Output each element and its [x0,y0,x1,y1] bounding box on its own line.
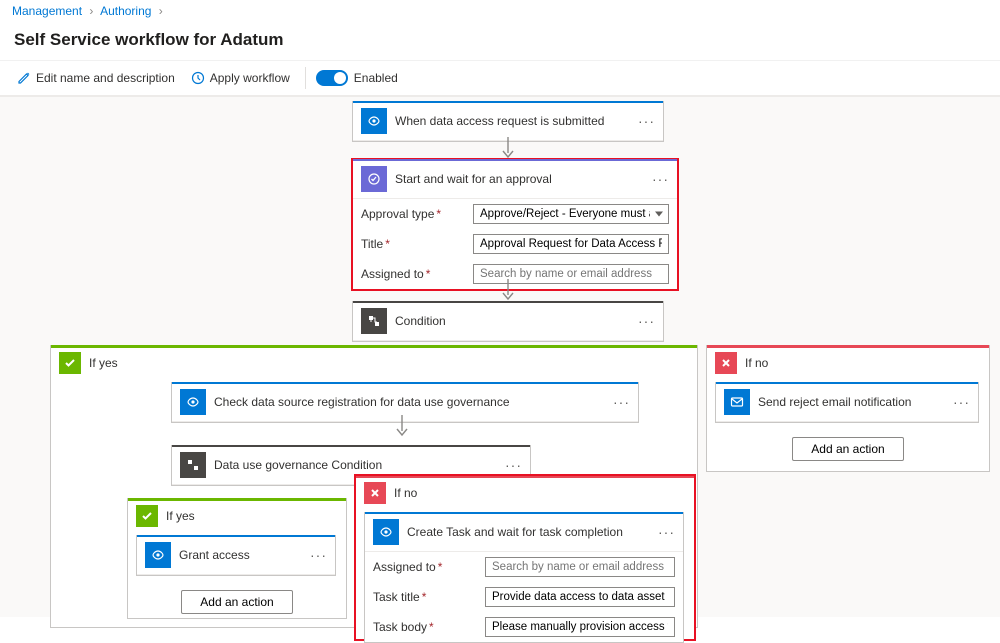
create-task-card[interactable]: Create Task and wait for task completion… [364,512,684,643]
condition-icon [180,452,206,478]
if-yes-panel: If yes Check data source registration fo… [50,345,698,628]
eye-icon [180,389,206,415]
apply-workflow-button[interactable]: Apply workflow [186,68,295,88]
create-task-title: Create Task and wait for task completion [407,525,650,539]
approval-title-input[interactable] [473,234,669,254]
more-icon[interactable]: ··· [638,113,655,129]
edit-name-label: Edit name and description [36,71,175,85]
inner-if-yes-panel: If yes Grant access ··· Add an action [127,498,347,619]
command-bar: Edit name and description Apply workflow… [0,60,1000,96]
close-icon [364,482,386,504]
enabled-toggle[interactable] [316,70,348,86]
trigger-card[interactable]: When data access request is submitted ··… [352,101,664,142]
top-bar: Management › Authoring › Self Service wo… [0,0,1000,97]
close-icon [715,352,737,374]
approval-card[interactable]: Start and wait for an approval ··· Appro… [352,159,678,290]
if-yes-label: If yes [89,356,118,370]
edit-name-button[interactable]: Edit name and description [12,68,180,88]
trigger-title: When data access request is submitted [395,114,630,128]
toolbar-divider [305,67,306,89]
condition-icon [361,308,387,334]
add-action-button[interactable]: Add an action [792,437,903,461]
enabled-label: Enabled [354,71,398,85]
if-no-label: If no [745,356,768,370]
condition-title: Condition [395,314,630,328]
breadcrumb-management[interactable]: Management [12,4,82,18]
connector-arrow-icon [395,415,409,437]
approval-title: Start and wait for an approval [395,172,644,186]
more-icon[interactable]: ··· [638,313,655,329]
task-assigned-label: Assigned to [373,560,436,574]
check-registration-title: Check data source registration for data … [214,395,605,409]
task-title-input[interactable] [485,587,675,607]
approval-icon [361,166,387,192]
breadcrumb-authoring[interactable]: Authoring [100,4,151,18]
approval-type-select[interactable]: Approve/Reject - Everyone must approve [473,204,669,224]
inner-if-no-panel: If no Create Task and wait for task comp… [355,475,695,640]
approval-assigned-label: Assigned to [361,267,424,281]
eye-icon [361,108,387,134]
task-assigned-input[interactable] [485,557,675,577]
chevron-icon: › [155,4,167,18]
grant-access-title: Grant access [179,548,302,562]
more-icon[interactable]: ··· [505,457,522,473]
mail-icon [724,389,750,415]
inner-if-no-label: If no [394,486,417,500]
edit-icon [17,71,31,85]
apply-workflow-label: Apply workflow [210,71,290,85]
apply-icon [191,71,205,85]
more-icon[interactable]: ··· [658,524,675,540]
breadcrumb: Management › Authoring › [0,0,1000,22]
governance-condition-title: Data use governance Condition [214,458,497,472]
grant-access-card[interactable]: Grant access ··· [136,535,336,576]
connector-arrow-icon [501,279,515,301]
task-body-label: Task body [373,620,427,634]
condition-card[interactable]: Condition ··· [352,301,664,342]
approval-title-label: Title [361,237,383,251]
inner-if-yes-label: If yes [166,509,195,523]
designer-canvas: When data access request is submitted ··… [0,97,1000,617]
more-icon[interactable]: ··· [613,394,630,410]
chevron-icon: › [85,4,97,18]
more-icon[interactable]: ··· [953,394,970,410]
reject-email-title: Send reject email notification [758,395,945,409]
approval-type-label: Approval type [361,207,434,221]
page-title: Self Service workflow for Adatum [0,22,1000,60]
task-body-input[interactable] [485,617,675,637]
eye-icon [373,519,399,545]
add-action-button[interactable]: Add an action [181,590,292,614]
check-icon [136,505,158,527]
check-icon [59,352,81,374]
eye-icon [145,542,171,568]
task-title-label: Task title [373,590,420,604]
more-icon[interactable]: ··· [310,547,327,563]
connector-arrow-icon [501,137,515,159]
more-icon[interactable]: ··· [652,171,669,187]
if-no-panel: If no Send reject email notification ···… [706,345,990,472]
reject-email-card[interactable]: Send reject email notification ··· [715,382,979,423]
